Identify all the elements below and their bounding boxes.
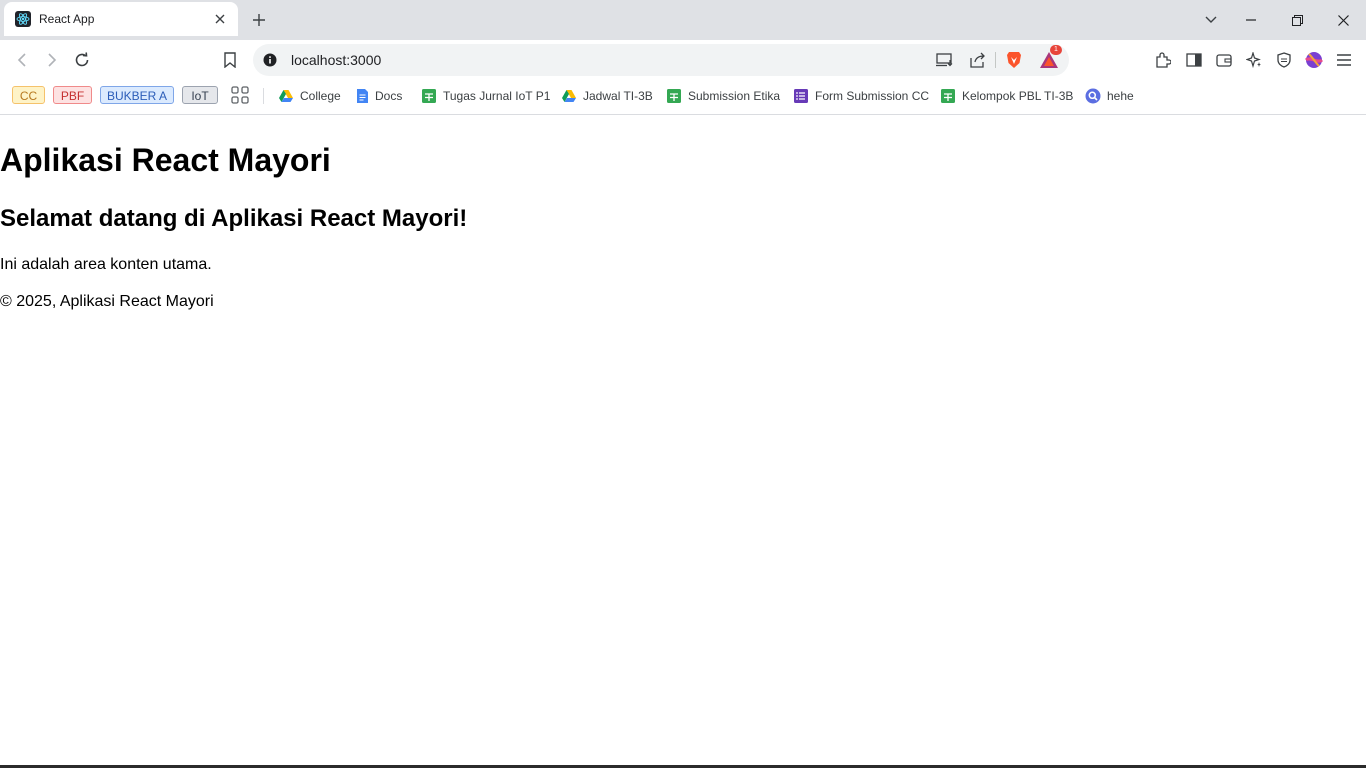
bookmark-chip-cc[interactable]: CC — [12, 86, 45, 104]
google-docs-icon — [357, 89, 368, 103]
browser-toolbar: localhost:3000 1 — [0, 40, 1366, 80]
bookmark-hehe[interactable]: hehe — [1085, 87, 1134, 105]
omnibox-divider — [995, 52, 996, 68]
google-forms-icon — [794, 89, 808, 103]
brave-rewards-icon[interactable]: 1 — [1039, 45, 1062, 70]
bookmark-label: Kelompok PBL TI-3B — [962, 89, 1074, 103]
wallet-icon[interactable] — [1214, 50, 1234, 70]
bookmark-jadwal-ti-3b[interactable]: Jadwal TI-3B — [561, 87, 653, 105]
brave-shields-icon[interactable] — [1004, 50, 1024, 70]
main-content-text: Ini adalah area konten utama. — [0, 256, 212, 273]
google-sheets-icon — [941, 89, 955, 103]
site-info-icon[interactable] — [262, 52, 278, 68]
bookmark-tugas-jurnal-iot-p1[interactable]: Tugas Jurnal IoT P1 — [421, 87, 550, 105]
bookmark-chip-pbf[interactable]: PBF — [53, 86, 92, 104]
bookmark-submission-etika[interactable]: Submission Etika — [666, 87, 780, 105]
bookmarks-bar: CC PBF BUKBER A IoT College Docs Tugas J… — [0, 80, 1366, 115]
bookmark-docs[interactable]: Docs — [356, 87, 402, 105]
page-viewport: Aplikasi React Mayori Selamat datang di … — [0, 115, 1366, 768]
extensions-icon[interactable] — [1153, 50, 1173, 70]
bookmark-kelompok-pbl-ti-3b[interactable]: Kelompok PBL TI-3B — [940, 87, 1073, 105]
close-window-icon[interactable] — [1332, 9, 1354, 31]
bookmark-icon[interactable] — [218, 48, 242, 72]
bookmarks-divider — [263, 88, 264, 104]
rewards-badge: 1 — [1050, 45, 1062, 55]
apps-grid-icon[interactable] — [231, 86, 249, 104]
menu-icon[interactable] — [1334, 50, 1354, 70]
close-tab-icon[interactable] — [210, 9, 230, 29]
welcome-heading: Selamat datang di Aplikasi React Mayori! — [0, 205, 468, 232]
google-sheets-icon — [667, 89, 681, 103]
bookmark-label: Docs — [375, 89, 403, 103]
tab-title: React App — [39, 12, 95, 26]
page-footer: © 2025, Aplikasi React Mayori — [0, 293, 214, 310]
bookmark-label: College — [300, 89, 341, 103]
bookmark-label: Tugas Jurnal IoT P1 — [443, 89, 551, 103]
url-text[interactable]: localhost:3000 — [291, 52, 381, 68]
restore-icon[interactable] — [1286, 9, 1308, 31]
vpn-shield-icon[interactable] — [1274, 50, 1294, 70]
new-tab-icon[interactable] — [249, 10, 269, 30]
tab-strip: React App — [0, 0, 1366, 40]
forward-icon[interactable] — [40, 48, 64, 72]
bookmark-label: Form Submission CC — [815, 89, 930, 103]
profile-avatar-icon[interactable] — [1304, 50, 1324, 70]
tab-react-app[interactable]: React App — [4, 2, 238, 36]
google-sheets-icon — [422, 89, 436, 103]
bookmark-label: Submission Etika — [688, 89, 781, 103]
bookmark-label: hehe — [1107, 89, 1134, 103]
bookmark-college[interactable]: College — [278, 87, 341, 105]
bookmark-chip-bukber-a[interactable]: BUKBER A — [100, 86, 174, 104]
leo-ai-icon[interactable] — [1244, 50, 1264, 70]
sidebar-icon[interactable] — [1184, 50, 1204, 70]
bookmark-form-submission-cc[interactable]: Form Submission CC — [793, 87, 929, 105]
google-drive-icon — [279, 90, 293, 102]
tab-search-chevron-icon[interactable] — [1200, 9, 1222, 31]
google-drive-icon — [562, 90, 576, 102]
share-icon[interactable] — [968, 50, 988, 70]
address-bar[interactable]: localhost:3000 1 — [253, 44, 1069, 76]
search-icon — [1085, 88, 1101, 104]
back-icon[interactable] — [10, 48, 34, 72]
minimize-icon[interactable] — [1240, 9, 1262, 31]
install-app-icon[interactable] — [935, 50, 955, 70]
reload-icon[interactable] — [70, 48, 94, 72]
page-title: Aplikasi React Mayori — [0, 142, 331, 178]
bookmark-chip-iot[interactable]: IoT — [182, 86, 218, 104]
react-icon — [15, 11, 31, 27]
bookmark-label: Jadwal TI-3B — [583, 89, 653, 103]
